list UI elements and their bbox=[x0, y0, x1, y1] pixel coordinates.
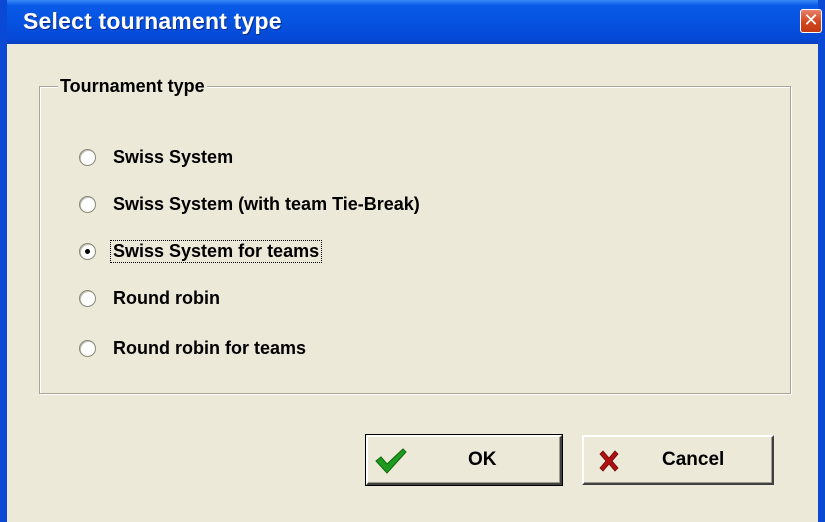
radio-label: Round robin bbox=[113, 287, 220, 308]
groupbox-label: Tournament type bbox=[58, 76, 207, 97]
ok-button[interactable]: OK bbox=[365, 434, 563, 486]
radio-swiss-system[interactable]: Swiss System bbox=[79, 143, 235, 171]
radio-label: Swiss System (with team Tie-Break) bbox=[113, 193, 420, 214]
radio-button[interactable] bbox=[79, 148, 96, 166]
radio-label: Round robin for teams bbox=[113, 337, 306, 358]
title-bar[interactable]: Select tournament type ✕ bbox=[7, 0, 822, 44]
radio-swiss-system-team-tiebreak[interactable]: Swiss System (with team Tie-Break) bbox=[79, 190, 422, 218]
cancel-button[interactable]: Cancel bbox=[582, 435, 774, 485]
window-title: Select tournament type bbox=[23, 8, 282, 34]
cancel-button-label: Cancel bbox=[662, 449, 725, 470]
radio-round-robin[interactable]: Round robin bbox=[79, 284, 222, 312]
radio-button[interactable] bbox=[79, 339, 96, 357]
radio-button[interactable] bbox=[79, 289, 96, 307]
radio-button[interactable] bbox=[79, 195, 96, 213]
radio-button-selected[interactable] bbox=[79, 242, 96, 260]
x-mark-icon bbox=[599, 450, 619, 472]
close-icon: ✕ bbox=[803, 10, 819, 31]
radio-swiss-system-for-teams[interactable]: Swiss System for teams bbox=[79, 237, 323, 265]
radio-round-robin-for-teams[interactable]: Round robin for teams bbox=[79, 334, 308, 362]
radio-label: Swiss System for teams bbox=[109, 239, 323, 263]
close-button[interactable]: ✕ bbox=[800, 9, 822, 33]
checkmark-icon bbox=[375, 448, 407, 474]
ok-button-label: OK bbox=[468, 449, 497, 470]
radio-label: Swiss System bbox=[113, 146, 234, 167]
